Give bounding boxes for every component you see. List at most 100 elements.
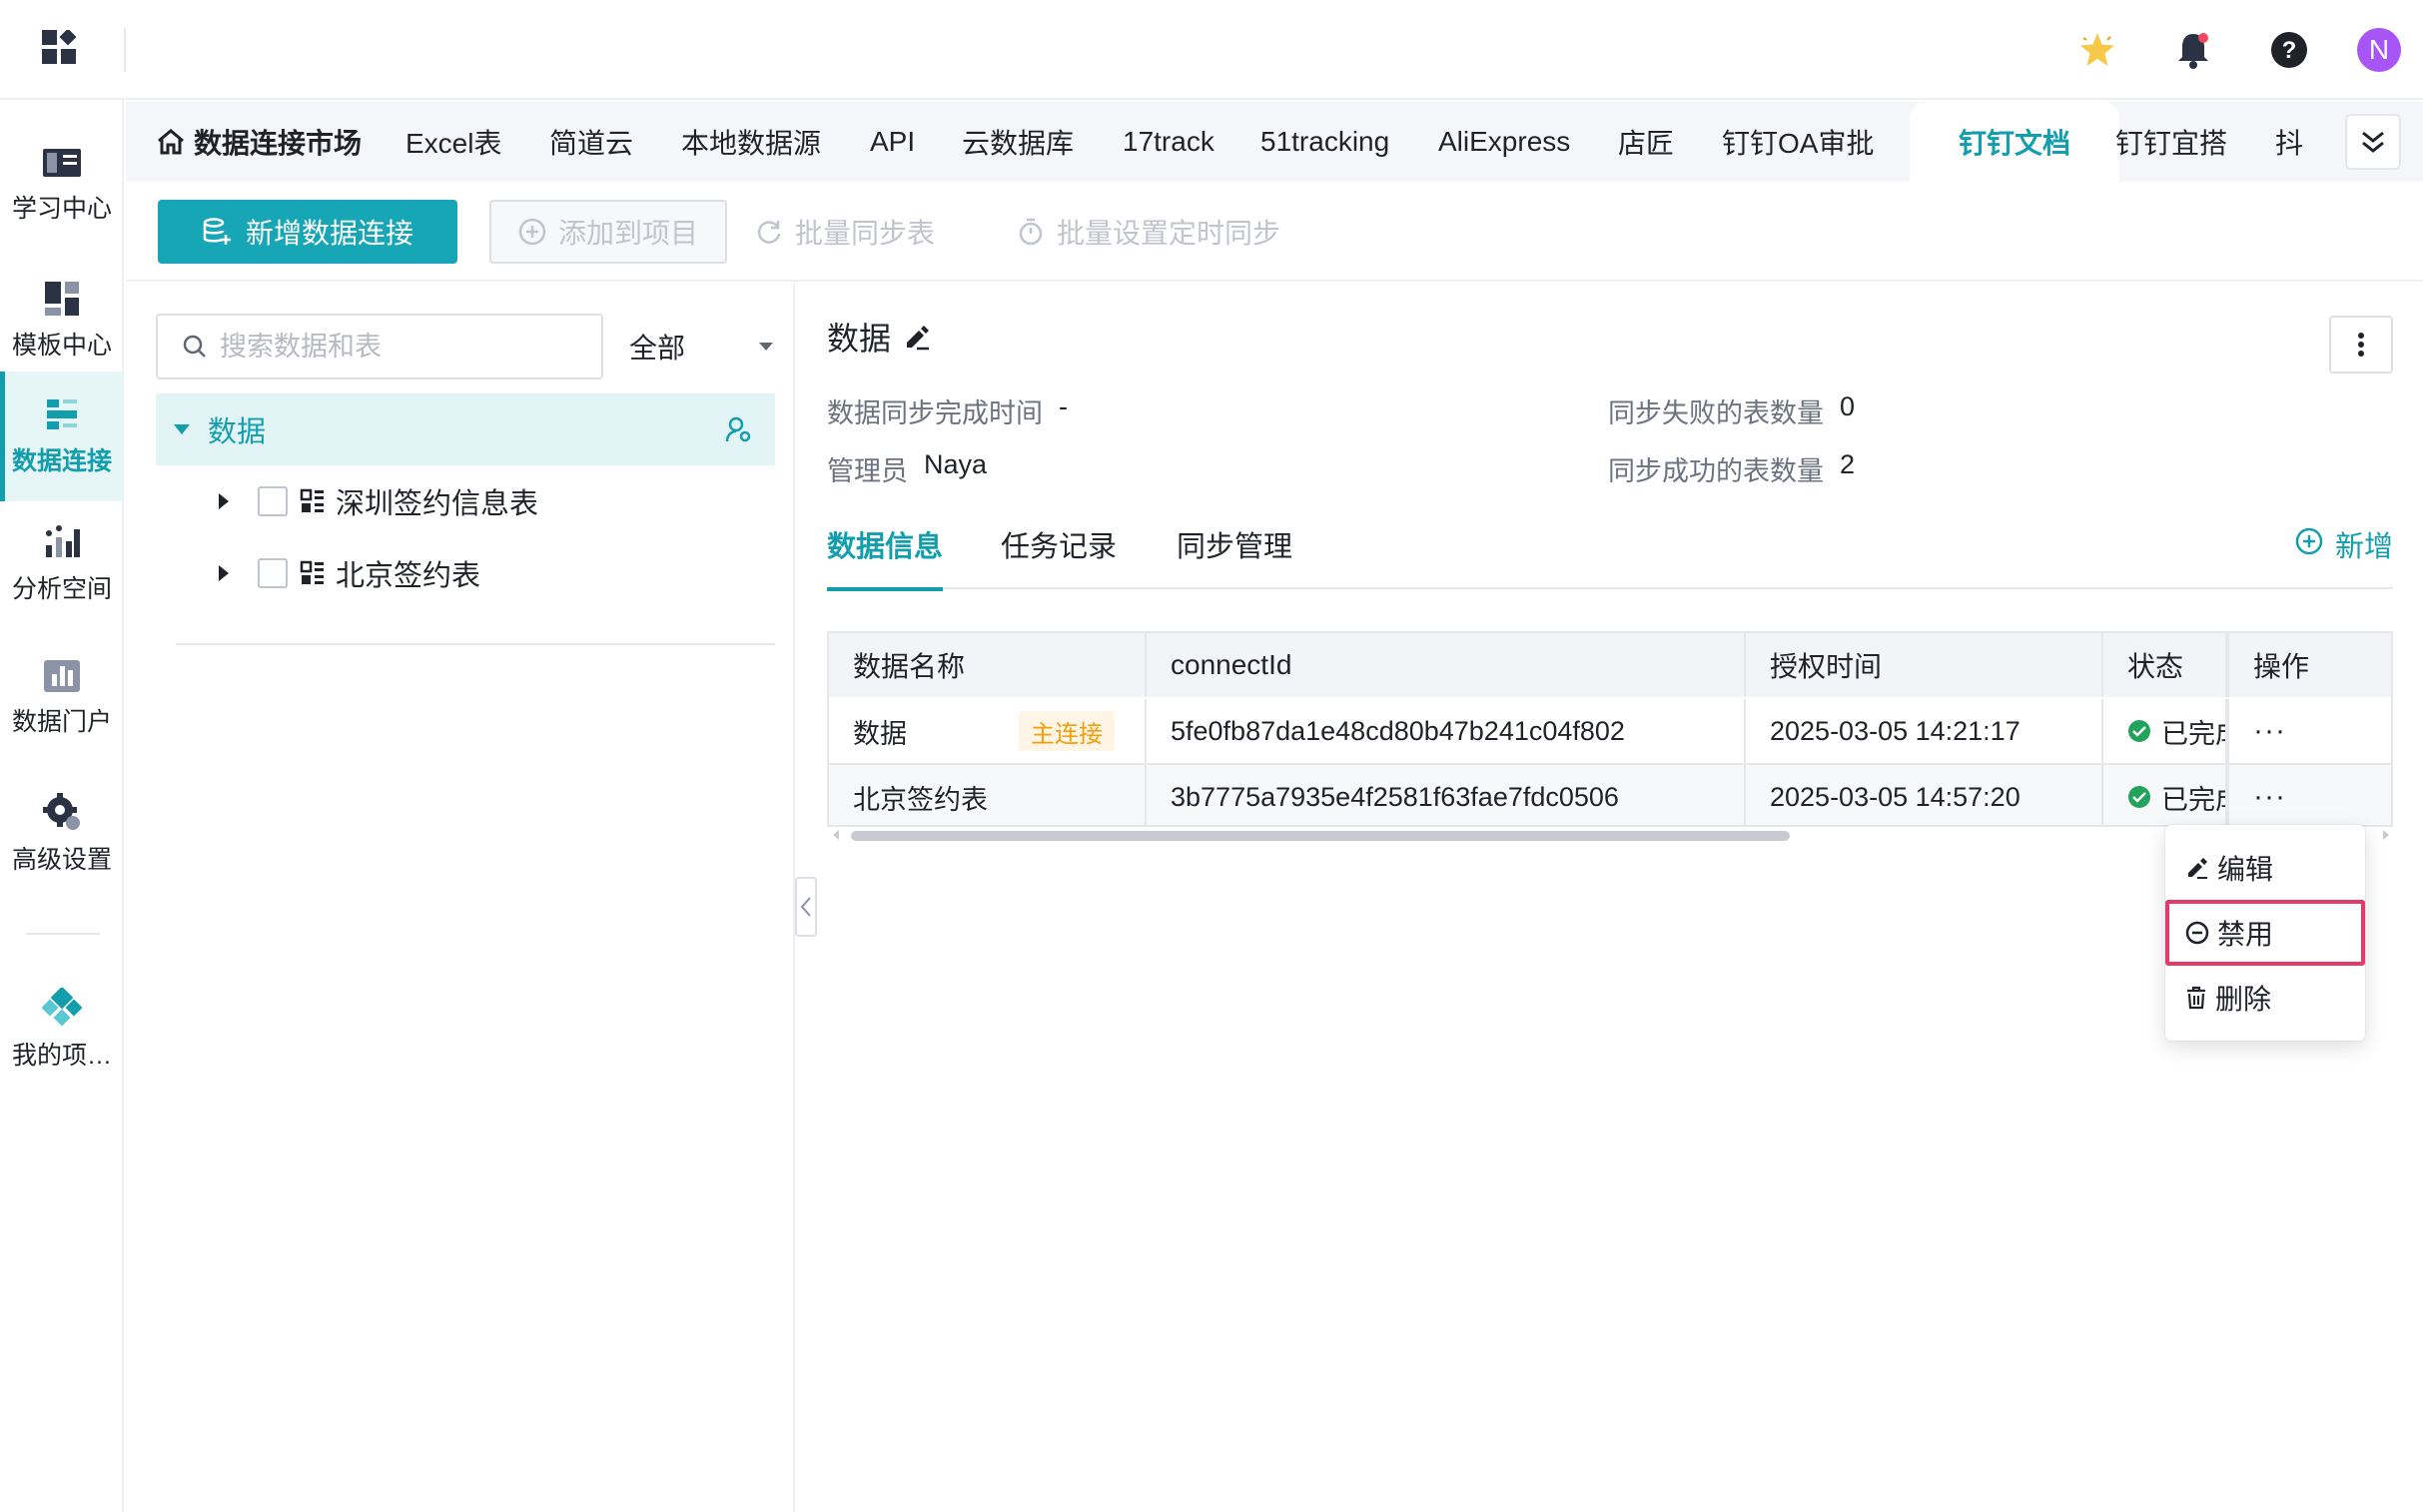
- tab-jiandaoyun[interactable]: 简道云: [549, 102, 633, 182]
- tab-dianjiang[interactable]: 店匠: [1618, 102, 1674, 182]
- tab-api[interactable]: API: [870, 102, 915, 182]
- sidebar-item-learning[interactable]: 学习中心: [0, 120, 124, 250]
- tree-node-checkbox[interactable]: [258, 486, 288, 516]
- tree-node[interactable]: 北京签约表: [156, 537, 775, 609]
- caret-right-icon[interactable]: [216, 491, 242, 511]
- sidebar-item-label: 分析空间: [11, 575, 112, 603]
- table-icon: [300, 488, 326, 514]
- tree-root-node[interactable]: 数据: [156, 393, 775, 465]
- plus-circle-icon: [518, 218, 546, 246]
- add-button[interactable]: 新增: [2295, 523, 2393, 565]
- search-input[interactable]: [220, 331, 579, 363]
- tab-strip: 数据连接市场 Excel表 简道云 本地数据源 API 云数据库 17track…: [126, 102, 2423, 182]
- field-value: -: [1059, 391, 1068, 421]
- table-header: 数据名称 connectId 授权时间 状态 操作: [829, 633, 2391, 697]
- filter-value: 全部: [629, 333, 686, 364]
- caret-right-icon[interactable]: [216, 563, 242, 583]
- tab-sync-management[interactable]: 同步管理: [1177, 523, 1292, 589]
- tab-excel[interactable]: Excel表: [405, 102, 501, 182]
- learning-icon: [41, 145, 83, 181]
- sidebar-item-settings[interactable]: 高级设置: [0, 769, 124, 899]
- status-cell: 已完成: [2103, 765, 2227, 825]
- sidebar-item-portal[interactable]: 数据门户: [0, 633, 124, 763]
- more-options-button[interactable]: [2329, 316, 2393, 374]
- table-icon: [300, 560, 326, 586]
- tab-task-log[interactable]: 任务记录: [1001, 523, 1117, 589]
- tab-dingtalk-docs[interactable]: 钉钉文档: [1910, 102, 2119, 182]
- plus-circle-icon: [2295, 527, 2323, 555]
- table-row[interactable]: 北京签约表 3b7775a7935e4f2581f63fae7fdc0506 2…: [829, 763, 2391, 825]
- star-icon[interactable]: [2069, 22, 2125, 78]
- admin-field: 管理员 Naya: [827, 449, 987, 488]
- bell-icon[interactable]: [2165, 22, 2221, 78]
- field-value: 0: [1840, 391, 1856, 421]
- page-title: 数据: [827, 321, 892, 357]
- search-box[interactable]: [156, 314, 603, 379]
- auth-time-cell: 2025-03-05 14:57:20: [1746, 765, 2103, 825]
- menu-item-edit[interactable]: 编辑: [2165, 835, 2365, 901]
- edit-icon[interactable]: [903, 323, 931, 351]
- timer-icon: [1017, 217, 1045, 247]
- tabs-more-button[interactable]: [2345, 114, 2401, 170]
- menu-item-delete[interactable]: 删除: [2165, 965, 2365, 1031]
- double-chevron-down-icon: [2359, 129, 2387, 155]
- sidebar-item-data-connection[interactable]: 数据连接: [0, 372, 124, 501]
- sidebar-item-label: 数据门户: [11, 708, 112, 736]
- status-badge: 已完成: [2161, 784, 2225, 815]
- column-header: 操作: [2227, 633, 2391, 697]
- menu-item-label: 禁用: [2217, 919, 2274, 950]
- user-settings-icon[interactable]: [725, 415, 753, 443]
- sync-time-field: 数据同步完成时间 -: [827, 391, 1068, 430]
- topbar-divider: [124, 28, 126, 72]
- table-row[interactable]: 数据 主连接 5fe0fb87da1e48cd80b47b241c04f802 …: [829, 699, 2391, 763]
- tab-douyin[interactable]: 抖: [2275, 102, 2303, 182]
- sidebar-item-analysis[interactable]: 分析空间: [0, 499, 124, 629]
- main-connection-badge: 主连接: [1019, 711, 1115, 751]
- add-to-project-button[interactable]: 添加到项目: [489, 200, 727, 264]
- caret-down-icon: [757, 341, 775, 353]
- tab-cloud-db[interactable]: 云数据库: [962, 102, 1074, 182]
- failed-count-field: 同步失败的表数量 0: [1608, 391, 1855, 430]
- sidebar-item-label: 数据连接: [11, 447, 112, 475]
- button-label: 添加到项目: [557, 218, 698, 249]
- help-icon[interactable]: ?: [2261, 22, 2317, 78]
- kebab-icon: [2357, 332, 2365, 358]
- filter-select[interactable]: 全部: [625, 314, 775, 379]
- tab-dingtalk-oa[interactable]: 钉钉OA审批: [1722, 102, 1874, 182]
- scrollbar-thumb[interactable]: [851, 831, 1790, 841]
- tab-local-datasource[interactable]: 本地数据源: [681, 102, 821, 182]
- tree-node[interactable]: 深圳签约信息表: [156, 465, 775, 537]
- scroll-left-arrow-icon[interactable]: [831, 829, 841, 841]
- tab-51tracking[interactable]: 51tracking: [1260, 102, 1389, 182]
- tab-market-home[interactable]: 数据连接市场: [156, 102, 362, 182]
- tab-dingtalk-yida[interactable]: 钉钉宜搭: [2115, 102, 2227, 182]
- tree-node-checkbox[interactable]: [258, 558, 288, 588]
- avatar[interactable]: N: [2357, 28, 2401, 72]
- menu-item-label: 删除: [2215, 984, 2272, 1015]
- edit-icon: [2185, 856, 2209, 880]
- tab-aliexpress[interactable]: AliExpress: [1438, 102, 1570, 182]
- button-label: 批量设置定时同步: [1057, 218, 1281, 249]
- data-connection-icon: [43, 395, 81, 433]
- top-bar: ? N: [0, 0, 2423, 100]
- sidebar-item-project[interactable]: 我的项…: [0, 975, 124, 1085]
- tab-17track[interactable]: 17track: [1123, 102, 1214, 182]
- portal-icon: [42, 658, 82, 694]
- sidebar-item-template[interactable]: 模板中心: [0, 256, 124, 385]
- apps-grid-icon[interactable]: [42, 30, 78, 66]
- menu-item-disable[interactable]: 禁用: [2165, 900, 2365, 966]
- batch-sync-button[interactable]: 批量同步表: [739, 200, 939, 264]
- row-more-button[interactable]: ···: [2253, 780, 2286, 814]
- scroll-right-arrow-icon[interactable]: [2381, 829, 2391, 841]
- new-connection-button[interactable]: 新增数据连接: [158, 200, 457, 264]
- name-cell: 北京签约表: [829, 765, 1147, 825]
- success-count-field: 同步成功的表数量 2: [1608, 449, 1855, 488]
- column-header: connectId: [1147, 633, 1746, 697]
- batch-schedule-button[interactable]: 批量设置定时同步: [1001, 200, 1300, 264]
- table-horizontal-scrollbar[interactable]: [827, 827, 2393, 843]
- template-icon: [43, 280, 81, 318]
- row-more-button[interactable]: ···: [2253, 714, 2286, 748]
- tree-panel: 全部 数据 深圳签约信息表 北京签约表: [126, 284, 795, 1512]
- tab-data-info[interactable]: 数据信息: [827, 523, 944, 591]
- tree-root-label: 数据: [208, 416, 267, 448]
